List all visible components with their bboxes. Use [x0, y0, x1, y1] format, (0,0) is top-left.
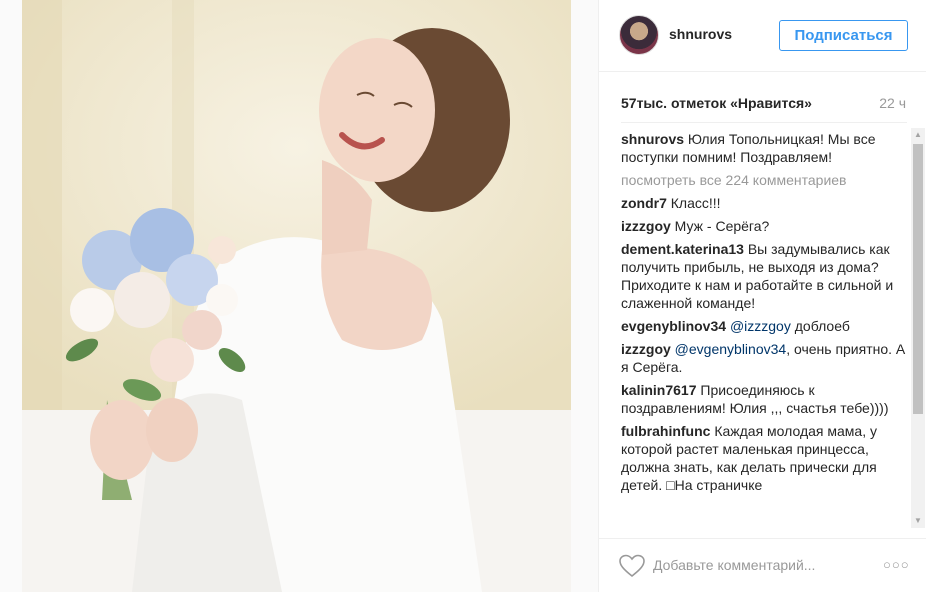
comments-scrollbar[interactable]: ▲ ▼	[911, 128, 925, 528]
photo-area	[0, 0, 598, 592]
comment-item: zondr7 Класс!!!	[621, 194, 911, 212]
comment-item: izzzgoy Муж - Серёга?	[621, 217, 911, 235]
comment-mention[interactable]: @izzzgoy	[730, 318, 791, 334]
caption-comment: shnurovs Юлия Топольницкая! Мы все посту…	[621, 130, 911, 166]
comments-list: shnurovs Юлия Топольницкая! Мы все посту…	[621, 130, 911, 530]
comment-item: izzzgoy @evgenyblinov34, очень приятно. …	[621, 340, 911, 376]
comment-item: fulbrahinfunc Каждая молодая мама, у кот…	[621, 422, 911, 494]
scroll-thumb[interactable]	[913, 144, 923, 414]
comment-username[interactable]: izzzgoy	[621, 218, 671, 234]
comment-username[interactable]: fulbrahinfunc	[621, 423, 710, 439]
heart-icon[interactable]	[619, 554, 645, 578]
likes-count[interactable]: 57тыс. отметок «Нравится»	[621, 95, 812, 111]
bride-photo-illustration	[22, 0, 571, 592]
view-all-comments-link[interactable]: посмотреть все 224 комментариев	[621, 171, 911, 189]
post-footer: ○○○	[599, 538, 926, 592]
post-photo[interactable]	[22, 0, 571, 592]
scroll-down-arrow-icon[interactable]: ▼	[911, 514, 925, 528]
comment-username[interactable]: zondr7	[621, 195, 667, 211]
post-time[interactable]: 22 ч	[879, 95, 906, 111]
comment-text: Муж - Серёга?	[674, 218, 770, 234]
comment-item: dement.katerina13 Вы задумывались как по…	[621, 240, 911, 312]
comment-text: доблоеб	[794, 318, 850, 334]
comment-username[interactable]: evgenyblinov34	[621, 318, 726, 334]
add-comment-input[interactable]	[653, 553, 873, 577]
user-avatar[interactable]	[619, 15, 659, 55]
post-side-panel: shnurovs Подписаться 57тыс. отметок «Нра…	[598, 0, 926, 592]
comment-text: Класс!!!	[670, 195, 721, 211]
post-header: shnurovs Подписаться	[599, 0, 926, 72]
comment-item: evgenyblinov34 @izzzgoy доблоеб	[621, 317, 911, 335]
follow-button[interactable]: Подписаться	[779, 20, 908, 51]
comment-mention[interactable]: @evgenyblinov34	[675, 341, 787, 357]
scroll-up-arrow-icon[interactable]: ▲	[911, 128, 925, 142]
comment-item: kalinin7617 Присоединяюсь к поздравления…	[621, 381, 911, 417]
comment-username[interactable]: shnurovs	[621, 131, 684, 147]
more-options-icon[interactable]: ○○○	[883, 557, 911, 573]
divider	[621, 122, 907, 123]
comment-username[interactable]: izzzgoy	[621, 341, 671, 357]
comment-username[interactable]: kalinin7617	[621, 382, 697, 398]
post-username[interactable]: shnurovs	[669, 26, 732, 42]
comment-username[interactable]: dement.katerina13	[621, 241, 744, 257]
